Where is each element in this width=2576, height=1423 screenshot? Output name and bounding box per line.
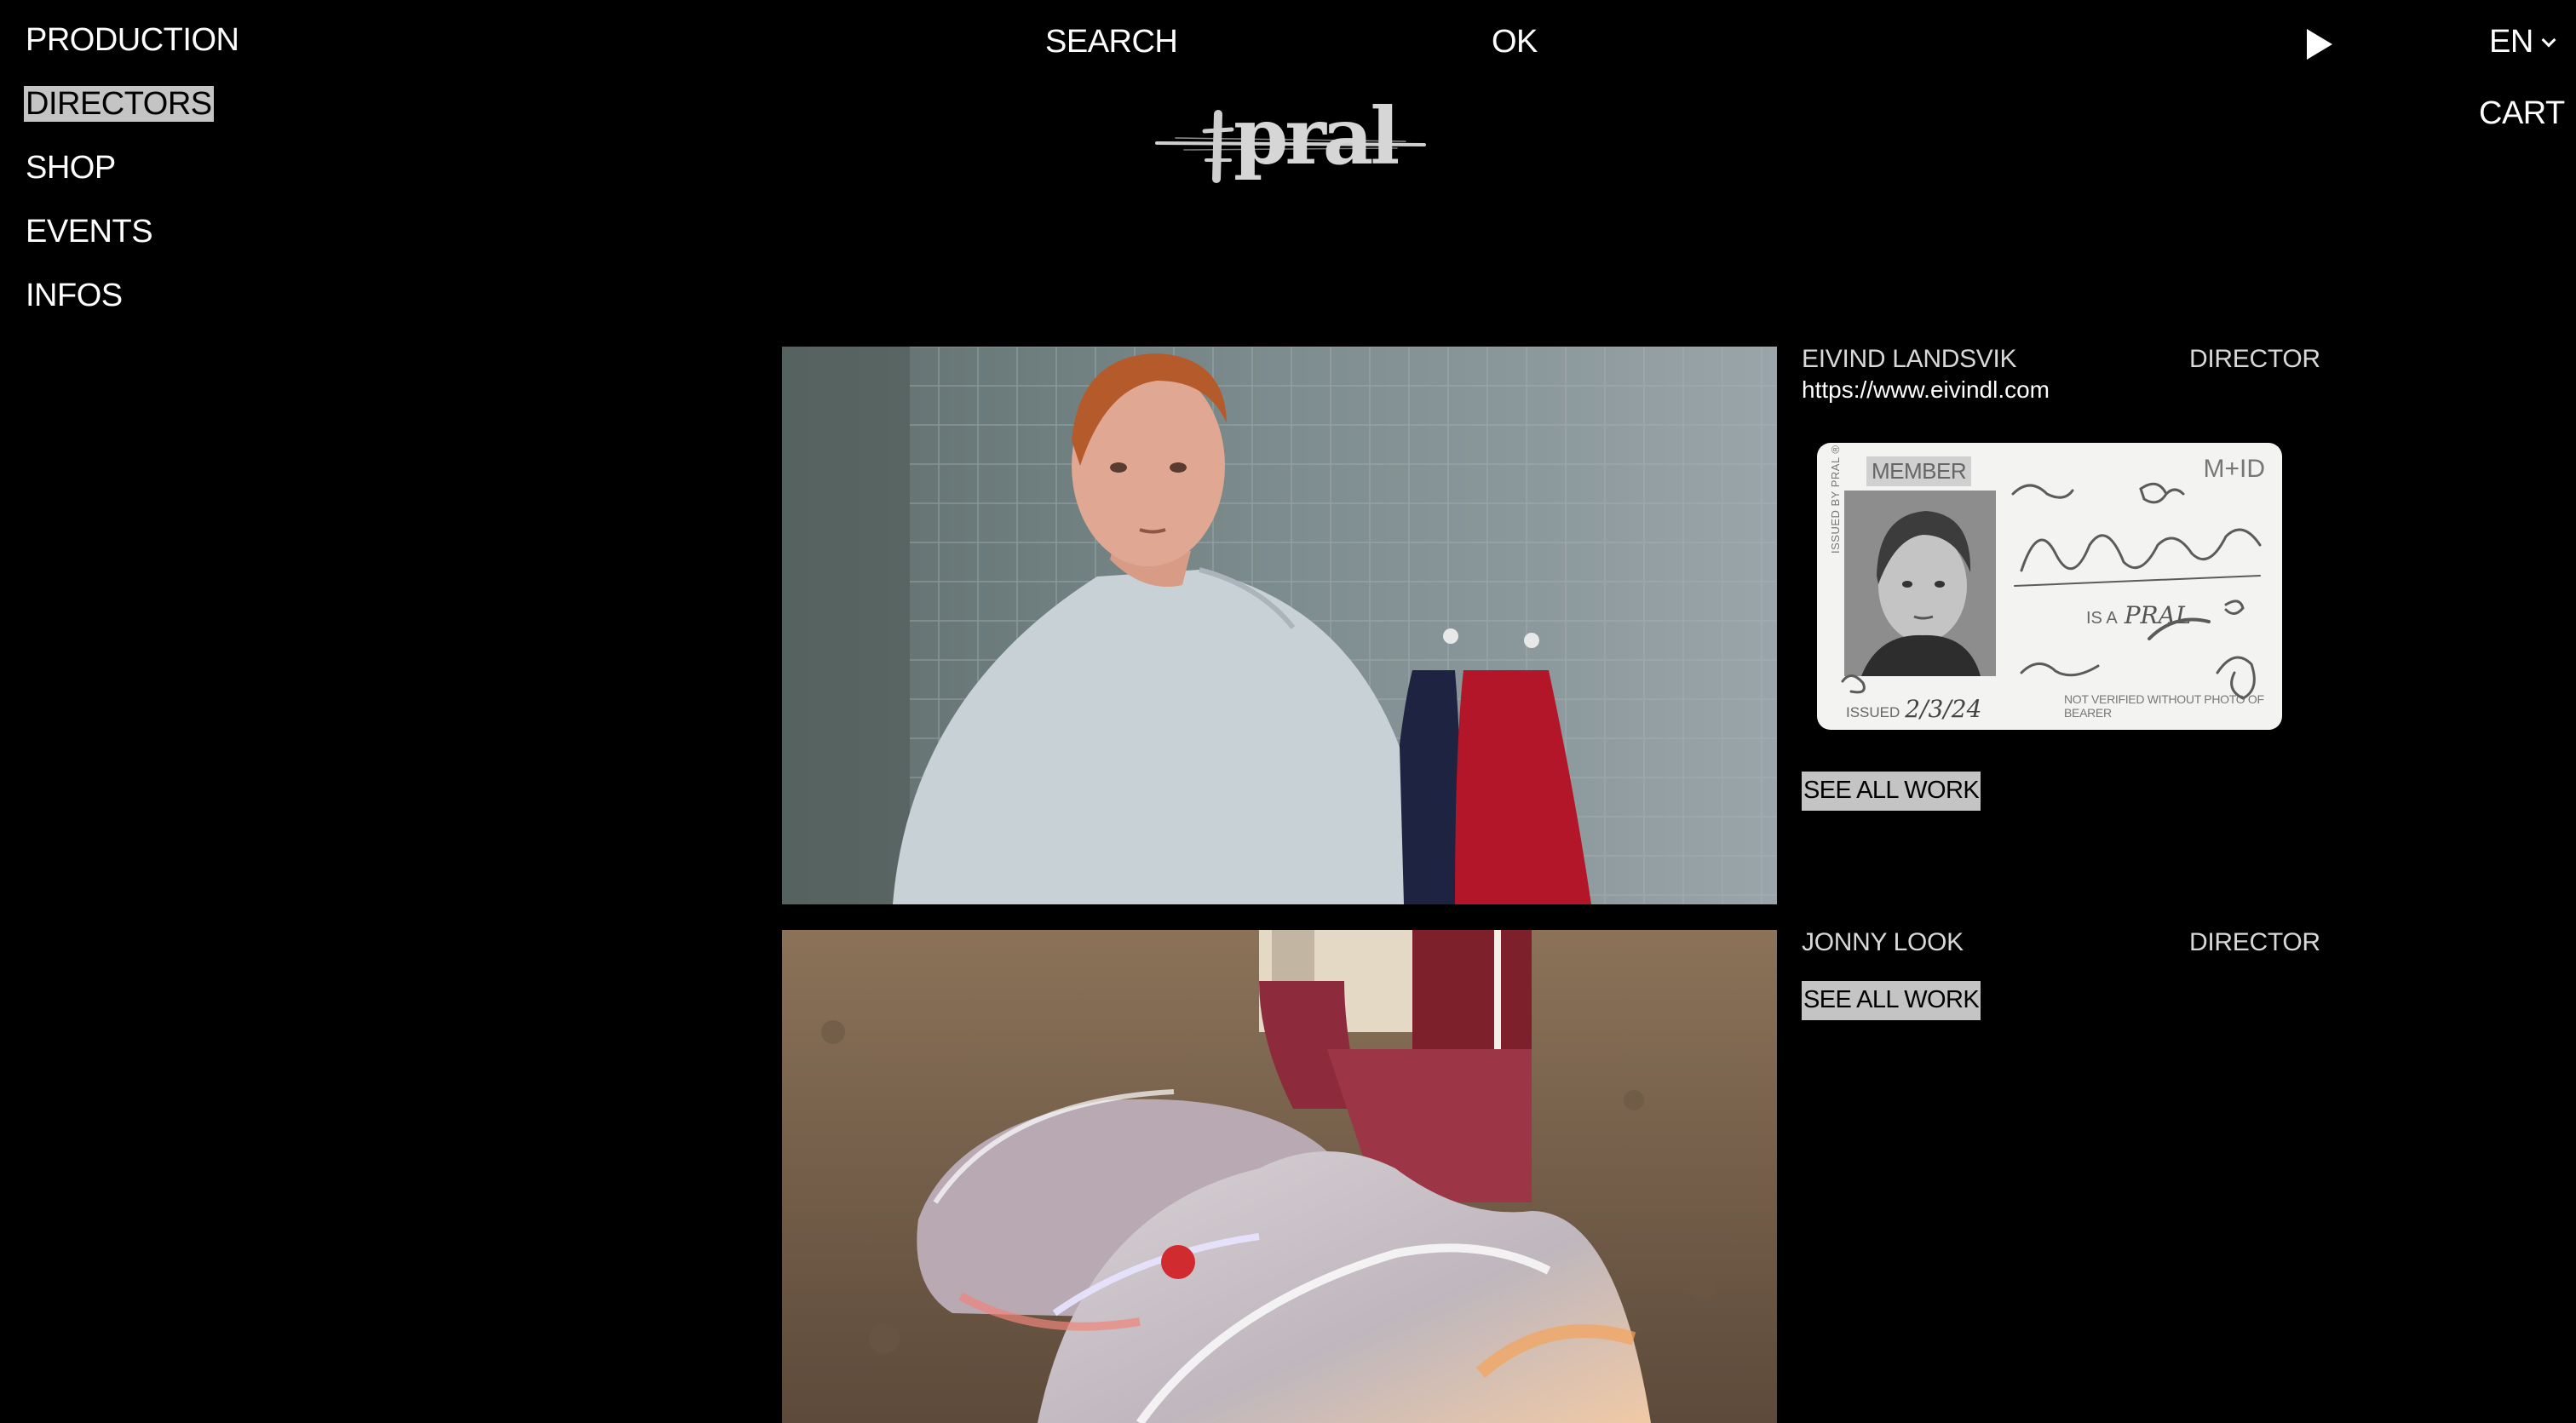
pral-logo[interactable]: pral	[1150, 78, 1431, 206]
nav-item-label[interactable]: SHOP	[24, 150, 118, 186]
ok-button[interactable]: OK	[1492, 22, 1538, 61]
id-member-label: MEMBER	[1866, 456, 1972, 486]
nav-item-label[interactable]: PRODUCTION	[24, 22, 240, 58]
id-is-a-label: IS A	[2086, 609, 2118, 628]
search-button[interactable]: SEARCH	[1045, 22, 1178, 61]
id-photo	[1844, 491, 1996, 676]
language-label: EN	[2489, 24, 2533, 60]
chevron-down-icon	[2541, 32, 2556, 48]
director-name[interactable]: EIVIND LANDSVIK	[1802, 344, 2017, 375]
cart-button[interactable]: CART	[2479, 94, 2565, 133]
id-disclaimer: NOT VERIFIED WITHOUT PHOTO OF BEARER	[2064, 692, 2264, 720]
see-all-work-button[interactable]: SEE ALL WORK	[1802, 772, 1981, 811]
nav-item-events[interactable]: EVENTS	[24, 212, 240, 276]
id-issued-label: ISSUED	[1846, 704, 1900, 720]
director-video-thumbnail[interactable]	[782, 347, 1777, 904]
nav-item-label[interactable]: INFOS	[24, 278, 124, 313]
nav-item-production[interactable]: PRODUCTION	[24, 20, 240, 84]
director-role: DIRECTOR	[2189, 928, 2320, 956]
director-website-link[interactable]: https://www.eivindl.com	[1802, 376, 2050, 405]
id-is-a: IS A PRAL	[2086, 601, 2191, 629]
main-nav: PRODUCTION DIRECTORS SHOP EVENTS INFOS	[24, 20, 240, 340]
nav-item-directors[interactable]: DIRECTORS	[24, 84, 240, 148]
logo-text: pral	[1233, 90, 1398, 182]
language-selector[interactable]: EN	[2489, 22, 2556, 61]
nav-item-label[interactable]: DIRECTORS	[24, 86, 214, 122]
director-role: DIRECTOR	[2189, 345, 2320, 373]
nav-item-label[interactable]: EVENTS	[24, 214, 154, 250]
id-issued-by: ISSUED BY PRAL ®	[1829, 445, 1842, 554]
member-id-card: MEMBER M+ID ISSUED BY PRAL ® IS A PRAL IS…	[1817, 443, 2282, 730]
id-issued: ISSUED 2/3/24	[1846, 695, 1987, 723]
director-name[interactable]: JONNY LOOK	[1802, 927, 1964, 958]
id-is-a-value: PRAL	[2124, 601, 2192, 629]
play-icon[interactable]	[2307, 29, 2332, 60]
id-issued-date: 2/3/24	[1905, 695, 1982, 723]
id-mid-label: M+ID	[2203, 455, 2265, 483]
nav-item-shop[interactable]: SHOP	[24, 148, 240, 212]
nav-item-infos[interactable]: INFOS	[24, 276, 240, 340]
see-all-work-button[interactable]: SEE ALL WORK	[1802, 981, 1981, 1020]
director-video-thumbnail[interactable]	[782, 930, 1777, 1423]
